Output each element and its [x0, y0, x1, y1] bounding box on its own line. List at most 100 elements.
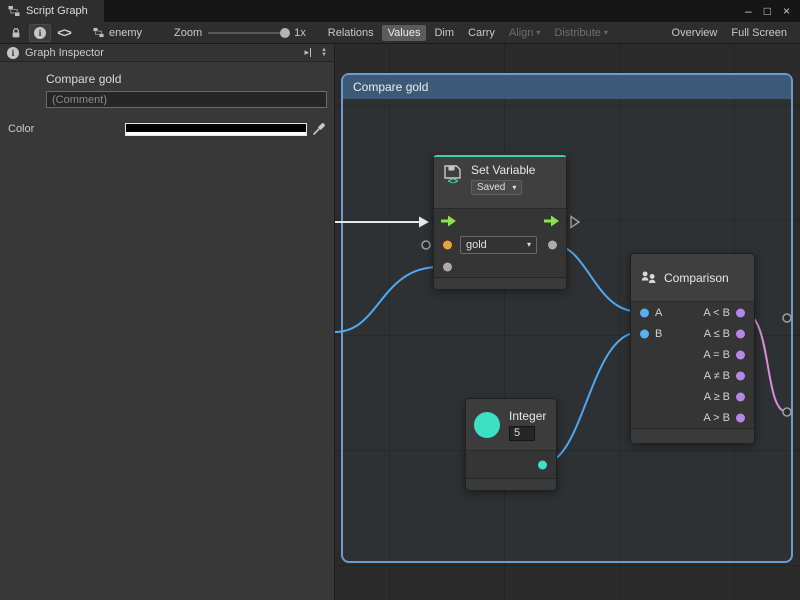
node-title: Integer — [509, 409, 546, 423]
relations-button[interactable]: Relations — [322, 25, 380, 41]
unconnected-flow-port[interactable] — [571, 217, 579, 228]
color-field[interactable] — [125, 123, 307, 136]
graph-inspector-panel: i Graph Inspector ▸ ▲ ▼ Compare gold (Co… — [0, 44, 335, 600]
graph-inspector-header: i Graph Inspector ▸ ▲ ▼ — [0, 44, 334, 62]
lock-icon — [10, 27, 22, 39]
node-footer — [466, 478, 556, 490]
flow-wire-arrowhead — [419, 217, 429, 228]
output-label: A > B — [703, 412, 730, 424]
info-icon: i — [34, 27, 46, 39]
zoom-control: Zoom 1x — [174, 27, 306, 39]
chevron-down-icon: ▾ — [527, 241, 531, 249]
chevron-down-icon: ▾ — [536, 29, 540, 37]
tab-script-graph[interactable]: Script Graph — [0, 0, 104, 22]
script-graph-icon — [8, 5, 20, 17]
a-eq-b-port[interactable] — [736, 350, 745, 359]
input-b-label: B — [655, 328, 662, 340]
a-noteq-b-port[interactable] — [736, 371, 745, 380]
unconnected-port[interactable] — [422, 241, 430, 249]
graph-canvas[interactable]: Compare gold <> — [335, 44, 800, 600]
set-variable-header[interactable]: <> Set Variable Saved ▾ — [434, 157, 566, 209]
code-icon: <> — [57, 25, 71, 40]
align-dropdown-button[interactable]: Align▾ — [503, 25, 546, 41]
distribute-dropdown-button[interactable]: Distribute▾ — [548, 25, 613, 41]
flow-input-port[interactable] — [441, 216, 456, 227]
value-wire-left — [335, 267, 439, 332]
value-input-row — [434, 257, 566, 277]
offscreen-port[interactable] — [783, 314, 791, 322]
a-greatereq-b-port[interactable] — [736, 392, 745, 401]
value-output-port[interactable] — [548, 241, 557, 250]
flow-output-port[interactable] — [544, 216, 559, 227]
input-b-port[interactable] — [640, 329, 649, 338]
minimize-button[interactable]: – — [745, 4, 752, 18]
comparison-icon — [640, 269, 657, 286]
variable-name-port[interactable] — [443, 241, 452, 250]
node-footer — [631, 428, 754, 443]
variable-name-row: gold ▾ — [434, 233, 566, 257]
graph-asset-reference[interactable]: enemy — [93, 27, 142, 39]
overview-button[interactable]: Overview — [666, 25, 724, 41]
integer-output-port[interactable] — [538, 460, 547, 469]
output-label: A ≥ B — [704, 391, 730, 403]
chevron-down-icon: ▾ — [512, 184, 516, 192]
zoom-label: Zoom — [174, 27, 202, 39]
code-view-button[interactable]: <> — [53, 24, 75, 42]
input-a-port[interactable] — [640, 308, 649, 317]
node-title: Set Variable — [471, 163, 535, 177]
value-input-port[interactable] — [443, 263, 452, 272]
literal-icon — [474, 412, 500, 438]
eyedropper-icon[interactable] — [312, 122, 326, 136]
unity-script-graph-window: Script Graph – □ × i <> enemy — [0, 0, 800, 600]
lock-button[interactable] — [5, 24, 27, 42]
integer-value-input[interactable]: 5 — [509, 426, 535, 441]
variable-kind-dropdown[interactable]: Saved ▾ — [471, 180, 522, 195]
node-set-variable[interactable]: <> Set Variable Saved ▾ — [433, 155, 567, 289]
window-controls: – □ × — [745, 0, 800, 22]
comparison-row: A A < B — [631, 302, 754, 323]
color-label: Color — [8, 123, 125, 135]
chevron-down-icon: ▾ — [604, 29, 608, 37]
a-less-b-port[interactable] — [736, 308, 745, 317]
maximize-button[interactable]: □ — [764, 4, 771, 18]
zoom-slider[interactable] — [208, 32, 288, 34]
flow-row — [434, 209, 566, 233]
panel-spinner[interactable]: ▲ ▼ — [321, 48, 327, 58]
tab-title: Script Graph — [26, 5, 88, 17]
spinner-down-icon[interactable]: ▼ — [321, 53, 327, 58]
graph-asset-name: enemy — [109, 27, 142, 39]
toolbar-right: Overview Full Screen — [666, 25, 795, 41]
save-variable-icon: <> — [442, 163, 464, 185]
comparison-header[interactable]: Comparison — [631, 254, 754, 302]
comment-input[interactable]: (Comment) — [46, 91, 327, 108]
output-label: A < B — [703, 307, 730, 319]
graph-toolbar: i <> enemy Zoom 1x Relations Values Dim … — [0, 22, 800, 44]
a-lesseq-b-port[interactable] — [736, 329, 745, 338]
node-title: Comparison — [664, 271, 729, 285]
output-label: A ≠ B — [704, 370, 730, 382]
a-greater-b-port[interactable] — [736, 413, 745, 422]
values-button[interactable]: Values — [382, 25, 427, 41]
node-comparison[interactable]: Comparison A A < B B A ≤ B A = B — [630, 253, 755, 443]
dim-button[interactable]: Dim — [428, 25, 460, 41]
comparison-row: A = B — [631, 344, 754, 365]
toolbar-toggles: Relations Values Dim Carry Align▾ Distri… — [322, 25, 614, 41]
fullscreen-button[interactable]: Full Screen — [725, 25, 793, 41]
value-wire-integer-to-b — [544, 333, 638, 464]
zoom-slider-knob[interactable] — [280, 28, 290, 38]
offscreen-port[interactable] — [783, 408, 791, 416]
integer-port-row — [466, 451, 556, 478]
inspector-toggle-button[interactable]: i — [29, 24, 51, 42]
variable-name-dropdown[interactable]: gold ▾ — [460, 236, 537, 254]
integer-header[interactable]: Integer 5 — [466, 399, 556, 451]
node-integer[interactable]: Integer 5 — [465, 398, 557, 490]
inspected-graph-title: Compare gold — [0, 62, 334, 91]
close-button[interactable]: × — [783, 4, 790, 18]
expand-inspector-icon[interactable]: ▸ — [305, 47, 312, 58]
input-a-label: A — [655, 307, 662, 319]
info-icon: i — [7, 47, 19, 59]
titlebar: Script Graph – □ × — [0, 0, 800, 22]
carry-button[interactable]: Carry — [462, 25, 501, 41]
comparison-row: A ≠ B — [631, 365, 754, 386]
node-footer — [434, 277, 566, 289]
